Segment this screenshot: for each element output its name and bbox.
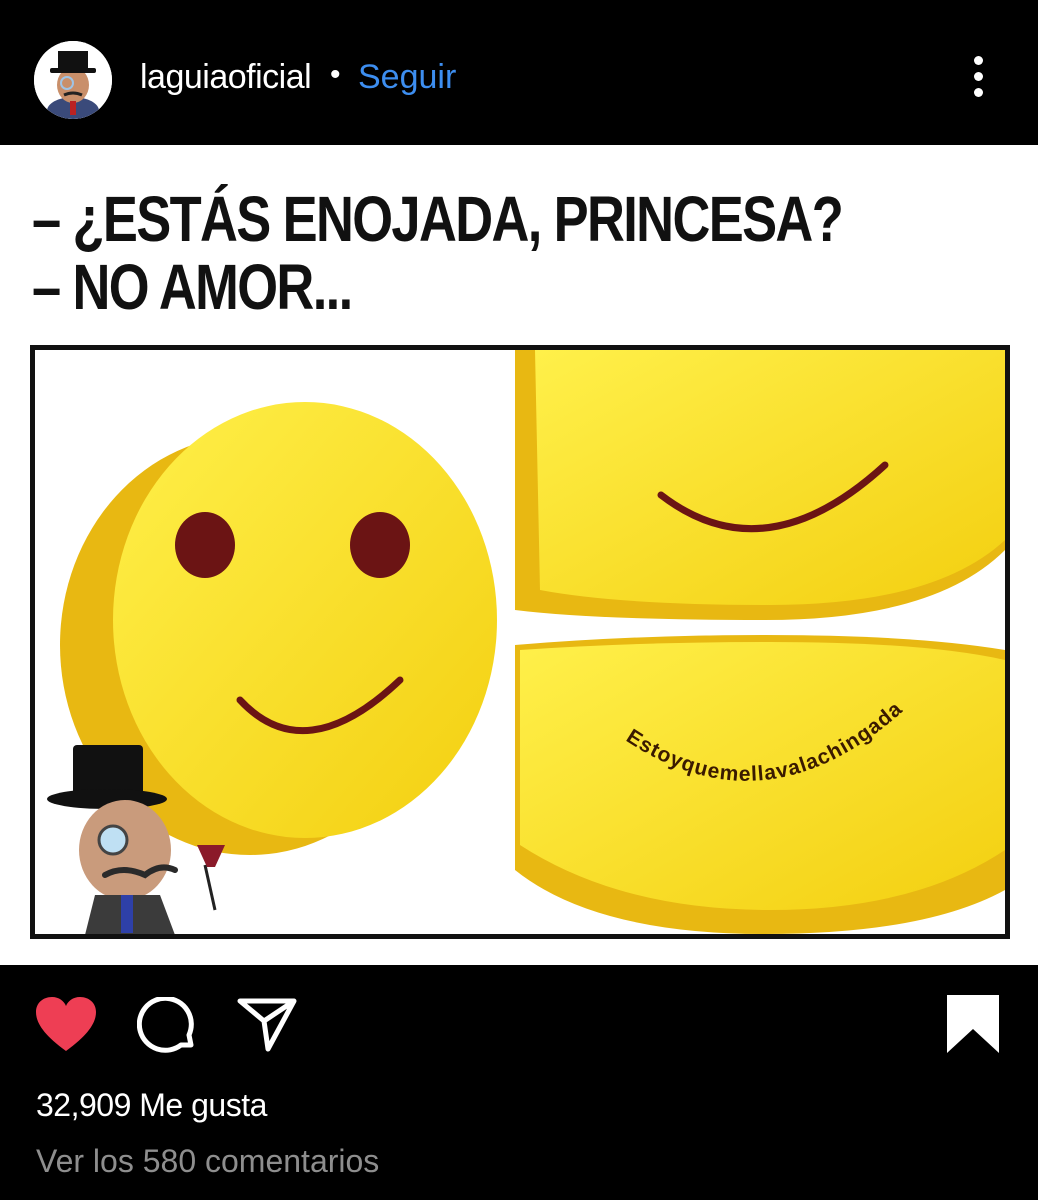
- avatar[interactable]: [34, 41, 112, 119]
- more-options-icon[interactable]: [958, 56, 998, 106]
- smiley-illustration: Estoyquemellavalachingada: [47, 350, 1005, 934]
- bookmark-icon[interactable]: [945, 993, 1001, 1060]
- view-comments-link[interactable]: Ver los 580 comentarios: [36, 1143, 379, 1180]
- comment-icon[interactable]: [136, 995, 197, 1060]
- sliced-smiley-top-icon: [515, 350, 1005, 620]
- post-header: laguiaoficial • Seguir: [0, 0, 1038, 145]
- caption-line-1: – ¿ESTÁS ENOJADA, PRINCESA?: [32, 183, 844, 255]
- heart-icon[interactable]: [34, 995, 98, 1060]
- separator-dot: •: [330, 58, 341, 91]
- follow-button[interactable]: Seguir: [358, 58, 456, 97]
- share-icon[interactable]: [236, 995, 298, 1058]
- post-image: – ¿ESTÁS ENOJADA, PRINCESA? – NO AMOR...: [0, 145, 1038, 965]
- meme-frame: Estoyquemellavalachingada: [30, 345, 1010, 939]
- caption-line-2: – NO AMOR...: [32, 251, 353, 323]
- likes-count[interactable]: 32,909 Me gusta: [36, 1087, 267, 1124]
- post-actions: 32,909 Me gusta Ver los 580 comentarios: [0, 965, 1038, 1200]
- username[interactable]: laguiaoficial: [140, 58, 312, 97]
- sliced-smiley-bottom-icon: Estoyquemellavalachingada: [515, 635, 1005, 934]
- meme-caption: – ¿ESTÁS ENOJADA, PRINCESA? – NO AMOR...: [32, 183, 844, 323]
- avatar-monocle-gentleman-icon: [34, 41, 112, 119]
